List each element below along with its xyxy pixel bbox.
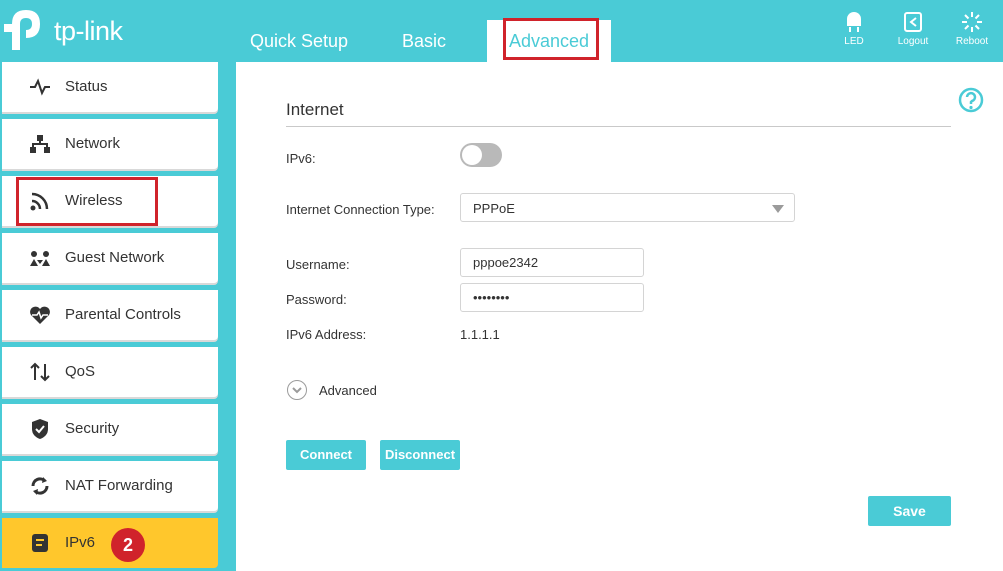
logout-icon: [904, 12, 922, 32]
brand-name: tp-link: [54, 16, 123, 46]
advanced-expander[interactable]: Advanced: [286, 379, 416, 401]
sidebar-item-ipv6[interactable]: IPv6 2: [2, 518, 218, 568]
pulse-icon: [30, 78, 50, 96]
nat-icon: [31, 477, 49, 495]
sidebar-item-label: Parental Controls: [65, 306, 181, 323]
ipv6-toggle[interactable]: [460, 143, 502, 167]
shield-icon: [32, 419, 48, 439]
sidebar-item-label: IPv6: [65, 534, 96, 551]
chevron-down-icon: [772, 205, 784, 213]
help-icon[interactable]: [958, 87, 984, 113]
ipv6-icon: [32, 534, 48, 552]
sidebar-item-nat-forwarding[interactable]: NAT Forwarding: [2, 461, 218, 511]
tp-link-logo: tp-link: [2, 4, 132, 54]
sidebar-item-status[interactable]: Status: [2, 62, 218, 112]
guest-icon: [30, 251, 50, 266]
advanced-label: Advanced: [319, 383, 377, 398]
sidebar-item-label: NAT Forwarding: [65, 477, 173, 494]
reboot-icon: [962, 12, 982, 32]
top-header: tp-link Quick Setup Basic Advanced LED L…: [0, 0, 1003, 62]
connection-type-label: Internet Connection Type:: [286, 202, 435, 217]
led-button[interactable]: LED: [829, 10, 879, 47]
logout-label: Logout: [897, 36, 929, 47]
sidebar-item-label: QoS: [65, 363, 96, 380]
disconnect-button[interactable]: Disconnect: [380, 440, 460, 470]
ipv6-address-label: IPv6 Address:: [286, 327, 367, 342]
sidebar-item-label: Network: [65, 135, 121, 152]
logout-button[interactable]: Logout: [888, 10, 938, 47]
password-label: Password:: [286, 292, 347, 307]
save-button[interactable]: Save: [868, 496, 951, 526]
sidebar-item-guest-network[interactable]: Guest Network: [2, 233, 218, 283]
divider: [286, 126, 951, 127]
connect-button[interactable]: Connect: [286, 440, 366, 470]
ipv6-address-value: 1.1.1.1: [460, 327, 500, 342]
sidebar: Status Network Wireless Guest Network Pa…: [0, 62, 236, 571]
connection-type-select[interactable]: PPPoE: [460, 193, 795, 222]
sidebar-item-qos[interactable]: QoS: [2, 347, 218, 397]
tab-advanced[interactable]: Advanced: [487, 20, 611, 62]
main-panel: Internet IPv6: Internet Connection Type:…: [236, 62, 1003, 571]
tp-link-logo-icon: [4, 10, 40, 50]
sidebar-item-label: Status: [65, 78, 108, 95]
sidebar-item-parental-controls[interactable]: Parental Controls: [2, 290, 218, 340]
heart-icon: [30, 306, 50, 324]
step-badge: 2: [111, 528, 145, 562]
qos-icon: [30, 362, 50, 382]
sidebar-item-security[interactable]: Security: [2, 404, 218, 454]
sidebar-item-network[interactable]: Network: [2, 119, 218, 169]
username-field[interactable]: [460, 248, 644, 277]
sidebar-item-label: Guest Network: [65, 249, 165, 266]
bulb-icon: [847, 12, 861, 32]
network-icon: [30, 135, 50, 153]
section-title: Internet: [286, 100, 344, 119]
chevron-down-icon: [287, 380, 307, 400]
password-field[interactable]: [460, 283, 644, 312]
tab-quick-setup[interactable]: Quick Setup: [248, 20, 350, 62]
sidebar-item-wireless[interactable]: Wireless: [2, 176, 218, 226]
led-label: LED: [844, 36, 864, 47]
tab-basic[interactable]: Basic: [400, 20, 448, 62]
connection-type-value: PPPoE: [473, 201, 515, 216]
wifi-icon: [30, 192, 49, 211]
reboot-button[interactable]: Reboot: [947, 10, 997, 47]
sidebar-item-label: Wireless: [65, 192, 123, 209]
toggle-knob: [462, 145, 482, 165]
sidebar-item-label: Security: [65, 420, 120, 437]
reboot-label: Reboot: [955, 36, 989, 47]
username-label: Username:: [286, 257, 350, 272]
ipv6-label: IPv6:: [286, 151, 316, 166]
